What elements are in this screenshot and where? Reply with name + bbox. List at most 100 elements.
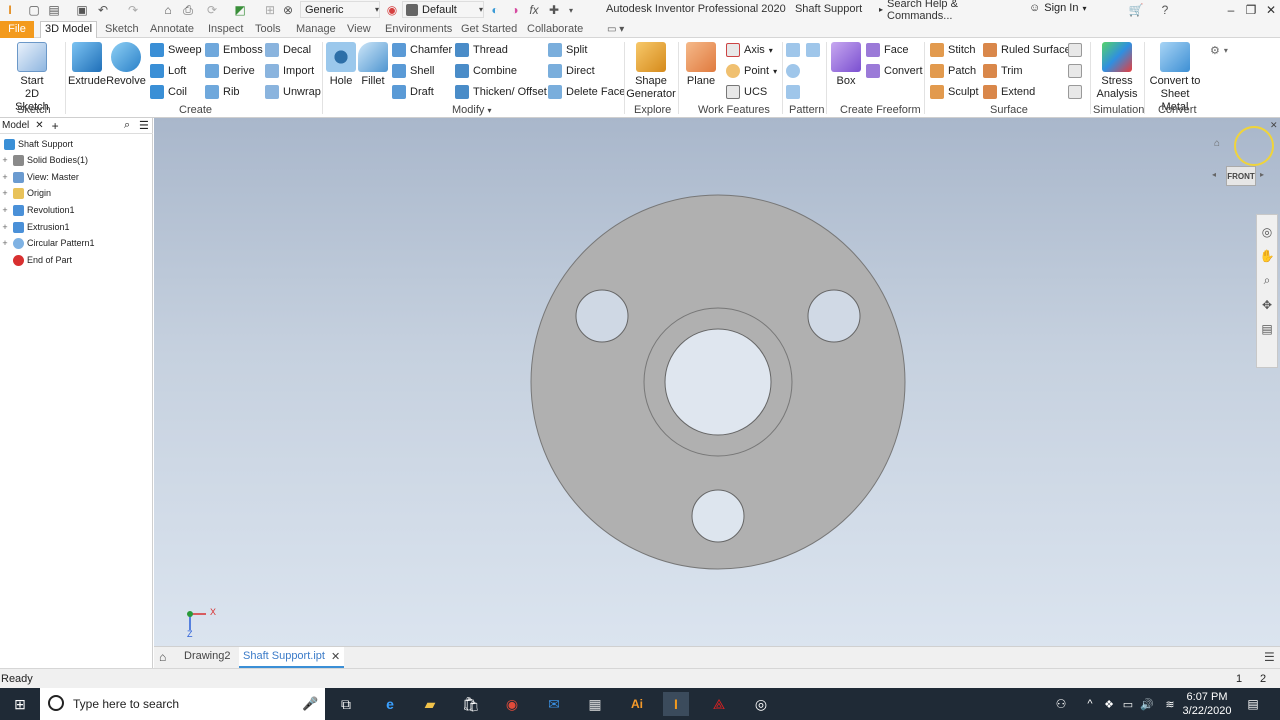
app-icon[interactable]: ▦ xyxy=(582,692,608,716)
panel-modify-label[interactable]: Modify ▾ xyxy=(452,104,491,116)
orbit-icon[interactable]: ✥ xyxy=(1262,298,1272,312)
tree-item-view[interactable]: + View: Master xyxy=(0,169,79,185)
look-at-icon[interactable]: ▤ xyxy=(1261,322,1272,336)
fillet-button[interactable]: Fillet xyxy=(358,42,388,88)
unwrap-button[interactable]: Unwrap xyxy=(265,83,321,101)
surface-tool-1-button[interactable] xyxy=(1068,41,1082,59)
sweep-button[interactable]: Sweep xyxy=(150,41,202,59)
tab-inspect[interactable]: Inspect xyxy=(205,22,246,38)
close-icon[interactable]: ✕ xyxy=(331,650,340,666)
decal-button[interactable]: Decal xyxy=(265,41,311,59)
revolve-button[interactable]: Revolve xyxy=(106,42,146,88)
expand-icon[interactable]: + xyxy=(0,238,10,248)
emboss-button[interactable]: Emboss xyxy=(205,41,263,59)
clear-appearance-icon[interactable]: ◑ xyxy=(507,2,523,18)
tab-3d-model[interactable]: 3D Model xyxy=(40,21,98,38)
direct-button[interactable]: Direct xyxy=(548,62,595,80)
close-icon[interactable]: ✕ xyxy=(1260,0,1280,20)
delete-face-button[interactable]: Delete Face xyxy=(548,83,625,101)
tab-tools[interactable]: Tools xyxy=(252,22,284,38)
loft-button[interactable]: Loft xyxy=(150,62,186,80)
tree-item-end-of-part[interactable]: End of Part xyxy=(0,252,72,268)
circular-pattern-button[interactable] xyxy=(786,62,800,80)
tree-item-circular-pattern[interactable]: + Circular Pattern1 xyxy=(0,235,95,251)
acrobat-icon[interactable]: ⟁ xyxy=(706,692,732,716)
stress-analysis-button[interactable]: Stress Analysis xyxy=(1094,42,1140,101)
cart-icon[interactable]: 🛒 xyxy=(1128,2,1144,18)
print-icon[interactable]: ⎙ xyxy=(180,2,196,18)
pan-icon[interactable]: ✋ xyxy=(1260,249,1275,263)
flange-part[interactable] xyxy=(530,194,906,570)
bolt-hole[interactable] xyxy=(691,489,745,543)
people-icon[interactable]: ⚇ xyxy=(1048,692,1074,716)
new-icon[interactable]: ▢ xyxy=(26,2,42,18)
view-cube-left-arrow-icon[interactable]: ◂ xyxy=(1212,170,1216,179)
tree-item-origin[interactable]: + Origin xyxy=(0,185,51,201)
chamfer-button[interactable]: Chamfer xyxy=(392,41,452,59)
tree-item-solid-bodies[interactable]: + Solid Bodies(1) xyxy=(0,152,88,168)
combine-button[interactable]: Combine xyxy=(455,62,517,80)
rib-button[interactable]: Rib xyxy=(205,83,240,101)
tree-item-root[interactable]: Shaft Support xyxy=(0,136,73,152)
tab-view[interactable]: View xyxy=(344,22,374,38)
recorder-icon[interactable]: ◎ xyxy=(748,692,774,716)
rectangular-pattern-button[interactable] xyxy=(786,41,800,59)
update-icon[interactable]: ⟳ xyxy=(204,2,220,18)
help-search[interactable]: ▸ Search Help & Commands... xyxy=(870,0,1025,22)
maximize-icon[interactable]: ❐ xyxy=(1240,0,1262,20)
steering-wheel-icon[interactable]: ◎ xyxy=(1262,225,1272,239)
notifications-icon[interactable]: ▤ xyxy=(1240,692,1266,716)
close-doc-icon[interactable]: ⊗ xyxy=(280,2,296,18)
doc-tab-drawing[interactable]: Drawing2 xyxy=(184,650,230,662)
tab-get-started[interactable]: Get Started xyxy=(458,22,520,38)
mirror-button[interactable] xyxy=(806,41,820,59)
thread-button[interactable]: Thread xyxy=(455,41,508,59)
home-icon[interactable]: ⌂ xyxy=(159,650,166,664)
thicken-offset-button[interactable]: Thicken/ Offset xyxy=(455,83,547,101)
tree-item-revolution[interactable]: + Revolution1 xyxy=(0,202,75,218)
home-icon[interactable]: ⌂ xyxy=(160,2,176,18)
import-button[interactable]: Import xyxy=(265,62,314,80)
ucs-button[interactable]: UCS xyxy=(726,83,767,101)
convert-freeform-button[interactable]: Convert xyxy=(866,62,923,80)
graphics-viewport[interactable]: X Z ⌂ FRONT ◂ ▸ ✕ ◎ ✋ ⌕ ✥ ▤ xyxy=(154,118,1280,646)
tab-manage[interactable]: Manage xyxy=(293,22,339,38)
split-button[interactable]: Split xyxy=(548,41,587,59)
expand-icon[interactable]: + xyxy=(0,172,10,182)
doc-tab-shaft-support[interactable]: Shaft Support.ipt ✕ xyxy=(239,647,345,668)
menu-icon[interactable]: ☰ xyxy=(139,119,149,132)
bolt-hole[interactable] xyxy=(575,289,629,343)
add-icon[interactable]: ✚ xyxy=(546,2,562,18)
tab-sketch[interactable]: Sketch xyxy=(102,22,142,38)
inventor-logo-icon[interactable]: I xyxy=(2,2,18,18)
undo-icon[interactable]: ↶ xyxy=(95,2,111,18)
microphone-icon[interactable]: 🎤 xyxy=(302,696,318,712)
stitch-button[interactable]: Stitch xyxy=(930,41,976,59)
face-button[interactable]: Face xyxy=(866,41,908,59)
windows-start-icon[interactable]: ⊞ xyxy=(7,692,33,716)
appearance-select[interactable]: Default ▾ xyxy=(402,1,484,18)
surface-tool-3-button[interactable] xyxy=(1068,83,1082,101)
edge-icon[interactable]: e xyxy=(377,692,403,716)
add-icon[interactable]: + xyxy=(52,119,59,133)
coil-button[interactable]: Coil xyxy=(150,83,187,101)
open-icon[interactable]: ▤ xyxy=(46,2,62,18)
surface-tool-2-button[interactable] xyxy=(1068,62,1082,80)
expand-icon[interactable]: + xyxy=(0,188,10,198)
adjust-icon[interactable]: ◐ xyxy=(487,2,503,18)
task-view-icon[interactable]: ⧉ xyxy=(333,692,359,716)
mail-icon[interactable]: ✉ xyxy=(541,692,567,716)
file-explorer-icon[interactable]: ▰ xyxy=(417,692,443,716)
extend-button[interactable]: Extend xyxy=(983,83,1035,101)
ruled-surface-button[interactable]: Ruled Surface xyxy=(983,41,1071,59)
fx-icon[interactable]: fx xyxy=(526,2,542,18)
shell-button[interactable]: Shell xyxy=(392,62,434,80)
tab-annotate[interactable]: Annotate xyxy=(147,22,197,38)
box-button[interactable]: Box xyxy=(830,42,862,88)
tab-environments[interactable]: Environments xyxy=(382,22,455,38)
zoom-icon[interactable]: ⌕ xyxy=(1264,273,1271,288)
trim-button[interactable]: Trim xyxy=(983,62,1023,80)
view-cube[interactable]: FRONT xyxy=(1226,166,1256,186)
center-bore[interactable] xyxy=(664,328,772,436)
redo-icon[interactable]: ↷ xyxy=(125,2,141,18)
